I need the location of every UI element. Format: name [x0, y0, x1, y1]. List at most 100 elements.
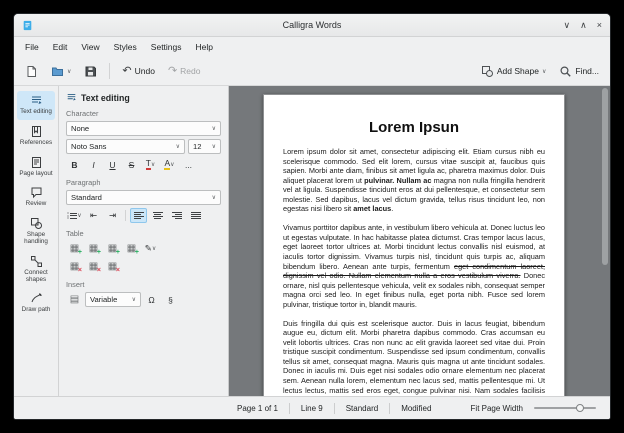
insert-variable-select[interactable]: Variable ∨: [85, 292, 141, 307]
modified-indicator: Modified: [390, 404, 442, 413]
sidebar-tab-review[interactable]: Review: [17, 183, 55, 212]
menu-styles[interactable]: Styles: [107, 40, 144, 54]
character-style-select[interactable]: None ∨: [66, 121, 221, 136]
font-family-select[interactable]: Noto Sans ∨: [66, 139, 185, 154]
text-editing-icon: [66, 92, 77, 103]
redo-icon: ↷: [168, 66, 177, 77]
docker-title-label: Text editing: [81, 93, 130, 103]
delete-table-button[interactable]: ▦×: [104, 259, 121, 274]
sidebar-tab-connect-shapes[interactable]: Connect shapes: [17, 252, 55, 288]
zoom-slider-track: [534, 407, 596, 409]
connect-shapes-icon: [30, 255, 43, 268]
find-button[interactable]: Find...: [555, 63, 603, 80]
redo-button[interactable]: ↷ Redo: [164, 64, 205, 79]
vertical-scrollbar[interactable]: [602, 88, 608, 394]
paragraph-style-value: Standard: [71, 193, 102, 202]
sidebar-tab-text-editing[interactable]: Text editing: [17, 91, 55, 120]
style-indicator[interactable]: Standard: [335, 404, 389, 413]
sidebar-tab-label: Connect shapes: [18, 270, 54, 284]
insert-section-button[interactable]: §: [162, 292, 179, 307]
text-color-button[interactable]: T∨: [142, 157, 159, 172]
paragraph-style-select[interactable]: Standard ∨: [66, 190, 221, 205]
undo-icon: ↶: [122, 66, 131, 77]
close-icon[interactable]: ×: [597, 20, 602, 31]
save-button[interactable]: [80, 63, 101, 80]
delete-row-button[interactable]: ▦×: [66, 259, 83, 274]
chevron-down-icon: ∨: [152, 245, 156, 252]
variable-value: Variable: [90, 295, 117, 304]
new-document-icon: [25, 65, 38, 78]
add-shape-button[interactable]: Add Shape ∨: [477, 63, 550, 80]
zoom-slider[interactable]: [534, 402, 596, 414]
align-justify-button[interactable]: [187, 208, 204, 223]
increase-indent-button[interactable]: ⇥: [104, 208, 121, 223]
chevron-down-icon: ∨: [129, 296, 136, 303]
zoom-slider-thumb[interactable]: [576, 404, 584, 412]
undo-button[interactable]: ↶ Undo: [118, 64, 159, 79]
review-icon: [30, 186, 43, 199]
open-document-button[interactable]: ∨: [47, 63, 75, 80]
align-right-icon: [172, 212, 182, 220]
align-center-button[interactable]: [149, 208, 166, 223]
insert-section-label: Insert: [66, 280, 221, 289]
minimize-icon[interactable]: ∨: [564, 20, 571, 31]
text-editing-docker: Text editing Character None ∨ Noto Sans …: [59, 86, 229, 396]
italic-button[interactable]: I: [85, 157, 102, 172]
insert-column-left-button[interactable]: ▦+: [104, 241, 121, 256]
menubar: File Edit View Styles Settings Help: [14, 37, 610, 57]
sidebar-tab-draw-path[interactable]: Draw path: [17, 289, 55, 318]
insert-special-character-button[interactable]: Ω: [143, 292, 160, 307]
document-paragraph[interactable]: Duis fringilla dui quis est scelerisque …: [283, 319, 545, 396]
underline-button[interactable]: U: [104, 157, 121, 172]
more-character-options-button[interactable]: ...: [180, 157, 197, 172]
sidebar-tab-label: Shape handling: [18, 232, 54, 246]
maximize-icon[interactable]: ∧: [580, 20, 587, 31]
font-size-select[interactable]: 12 ∨: [188, 139, 221, 154]
table-section-label: Table: [66, 229, 221, 238]
align-left-icon: [134, 212, 144, 220]
sidebar-tab-shape-handling[interactable]: Shape handling: [17, 214, 55, 250]
delete-column-button[interactable]: ▦×: [85, 259, 102, 274]
chevron-down-icon: ∨: [151, 161, 155, 168]
sidebar-tab-page-layout[interactable]: Page layout: [17, 153, 55, 182]
menu-file[interactable]: File: [18, 40, 46, 54]
chevron-down-icon: ∨: [173, 143, 180, 150]
menu-view[interactable]: View: [74, 40, 106, 54]
search-icon: [559, 65, 572, 78]
table-border-pen-button[interactable]: ✎∨: [142, 241, 159, 256]
insert-row-below-button[interactable]: ▦+: [85, 241, 102, 256]
font-size-value: 12: [193, 142, 201, 151]
insert-column-right-button[interactable]: ▦+: [123, 241, 140, 256]
align-left-button[interactable]: [130, 208, 147, 223]
document-canvas[interactable]: Lorem Ipsun Lorem ipsum dolor sit amet, …: [229, 86, 610, 396]
zoom-mode-select[interactable]: Fit Page Width: [460, 404, 534, 413]
sidebar-tab-references[interactable]: References: [17, 122, 55, 151]
find-label: Find...: [575, 66, 599, 76]
new-document-button[interactable]: [21, 63, 42, 80]
document-page[interactable]: Lorem Ipsun Lorem ipsum dolor sit amet, …: [263, 94, 565, 396]
strikethrough-button[interactable]: S: [123, 157, 140, 172]
open-dropdown-icon[interactable]: ∨: [67, 68, 71, 75]
menu-edit[interactable]: Edit: [46, 40, 75, 54]
sidebar-tab-label: References: [20, 140, 52, 147]
insert-row-above-button[interactable]: ▦+: [66, 241, 83, 256]
chevron-down-icon: ∨: [209, 143, 216, 150]
menu-settings[interactable]: Settings: [144, 40, 189, 54]
pen-icon: ✎: [145, 243, 152, 254]
document-paragraph[interactable]: Vivamus porttitor dapibus ante, in vesti…: [283, 223, 545, 309]
insert-text-frame-button[interactable]: ▤: [66, 292, 83, 307]
scrollbar-thumb[interactable]: [602, 88, 608, 265]
menu-help[interactable]: Help: [189, 40, 220, 54]
document-heading[interactable]: Lorem Ipsun: [283, 119, 545, 136]
list-style-button[interactable]: ∨: [66, 208, 83, 223]
decrease-indent-button[interactable]: ⇤: [85, 208, 102, 223]
highlight-color-button[interactable]: A∨: [161, 157, 178, 172]
page-indicator[interactable]: Page 1 of 1: [226, 404, 289, 413]
chevron-down-icon: ∨: [77, 212, 81, 219]
align-right-button[interactable]: [168, 208, 185, 223]
sidebar-tab-label: Review: [26, 201, 47, 208]
document-paragraph[interactable]: Lorem ipsum dolor sit amet, consectetur …: [283, 147, 545, 214]
bold-button[interactable]: B: [66, 157, 83, 172]
document-body[interactable]: Lorem ipsum dolor sit amet, consectetur …: [283, 147, 545, 396]
sidebar-tab-label: Draw path: [22, 307, 51, 314]
